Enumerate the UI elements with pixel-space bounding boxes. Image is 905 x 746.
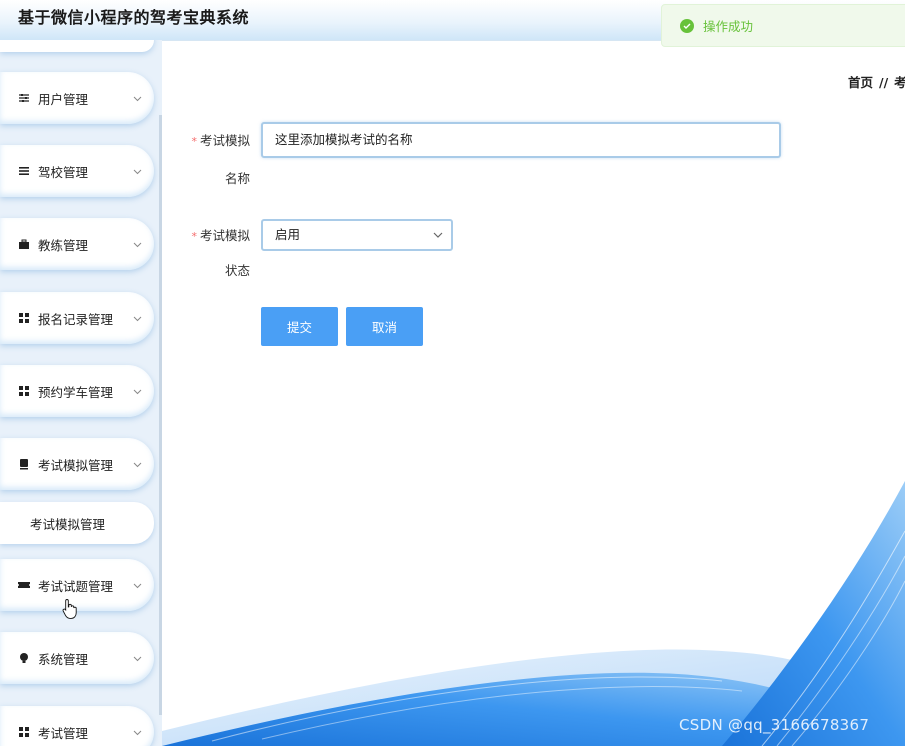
chevron-down-icon xyxy=(130,385,144,398)
sidebar-item-users[interactable]: 用户管理 xyxy=(0,72,154,124)
exam-status-value: 启用 xyxy=(275,227,301,242)
sidebar-item-label: 考试模拟管理 xyxy=(38,457,114,473)
sidebar-item-registration-records[interactable]: 报名记录管理 xyxy=(0,292,154,344)
sidebar-item-exams[interactable]: 考试管理 xyxy=(0,706,154,746)
sidebar-item-label: 系统管理 xyxy=(38,651,89,667)
breadcrumb-current: 考 xyxy=(894,75,905,90)
chevron-down-icon xyxy=(130,726,144,739)
exam-name-label-line2: 名称 xyxy=(224,171,250,186)
sidebar-item-label: 教练管理 xyxy=(38,237,89,253)
chevron-down-icon xyxy=(130,92,144,105)
chevron-down-icon xyxy=(130,238,144,251)
sidebar-item-label: 驾校管理 xyxy=(38,164,89,180)
submenu-item-mock-exams[interactable]: 考试模拟管理 xyxy=(0,502,154,544)
chevron-down-icon xyxy=(130,458,144,471)
ticket-icon xyxy=(18,579,30,591)
required-asterisk: * xyxy=(191,230,197,243)
submit-button[interactable]: 提交 xyxy=(261,307,338,346)
tablet-icon xyxy=(18,458,30,470)
sidebar-item-partial[interactable] xyxy=(0,40,154,52)
sliders-icon xyxy=(18,92,30,104)
watermark: CSDN @qq_3166678367 xyxy=(679,716,870,734)
required-asterisk: * xyxy=(191,135,197,148)
chevron-down-icon xyxy=(130,312,144,325)
breadcrumb: 首页 // 考 xyxy=(848,72,905,91)
grid-icon xyxy=(18,385,30,397)
sidebar-item-driving-schools[interactable]: 驾校管理 xyxy=(0,145,154,197)
sidebar-item-label: 预约学车管理 xyxy=(38,384,114,400)
sidebar-item-label: 用户管理 xyxy=(38,91,89,107)
cancel-button[interactable]: 取消 xyxy=(346,307,423,346)
sidebar-item-label: 考试试题管理 xyxy=(38,578,114,594)
exam-name-input[interactable]: 这里添加模拟考试的名称 xyxy=(261,122,781,158)
exam-status-label-line2: 状态 xyxy=(224,263,250,278)
sidebar: 用户管理 驾校管理 教练管理 报名记录管理 预约学车管理 考试模拟管理 考试模拟… xyxy=(0,40,162,746)
app-title: 基于微信小程序的驾考宝典系统 xyxy=(18,8,250,27)
main-content: 首页//考 * 考试模拟 名称 这里添加模拟考试的名称 * 考试模拟 状态 启用 提… xyxy=(162,41,905,746)
sidebar-item-driving-appointments[interactable]: 预约学车管理 xyxy=(0,365,154,417)
chevron-down-icon xyxy=(433,221,443,260)
hand-cursor-icon xyxy=(62,599,77,619)
exam-status-select[interactable]: 启用 xyxy=(261,219,453,251)
sidebar-item-system[interactable]: 系统管理 xyxy=(0,632,154,684)
chevron-down-icon xyxy=(130,652,144,665)
briefcase-icon xyxy=(18,238,30,250)
breadcrumb-home[interactable]: 首页 xyxy=(848,75,873,90)
sidebar-item-coaches[interactable]: 教练管理 xyxy=(0,218,154,270)
grid-icon xyxy=(18,312,30,324)
toast-message: 操作成功 xyxy=(703,19,754,34)
chevron-down-icon xyxy=(130,579,144,592)
success-toast: 操作成功 xyxy=(661,4,905,47)
bulb-icon xyxy=(18,652,30,664)
breadcrumb-separator: // xyxy=(879,75,889,90)
grid-icon xyxy=(18,726,30,738)
chevron-down-icon xyxy=(130,165,144,178)
sidebar-item-label: 报名记录管理 xyxy=(38,311,114,327)
list-icon xyxy=(18,165,30,177)
sidebar-item-label: 考试管理 xyxy=(38,725,89,741)
check-circle-icon xyxy=(680,18,694,33)
sidebar-item-mock-exams[interactable]: 考试模拟管理 xyxy=(0,438,154,490)
